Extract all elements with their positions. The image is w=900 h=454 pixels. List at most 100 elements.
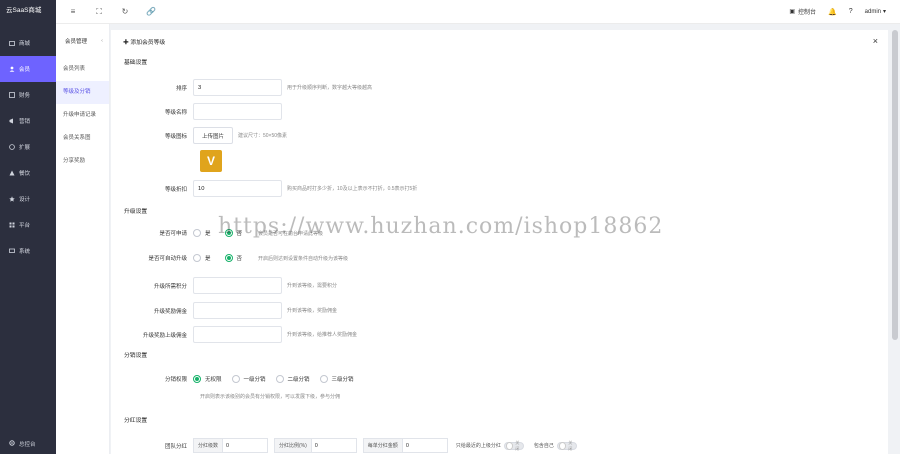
commission-hint: 升到该等级，给推荐人奖励佣金	[287, 332, 358, 338]
sidebar-item-member[interactable]: 会员	[0, 56, 56, 82]
brand-title: 云SaaS商城	[6, 7, 42, 14]
dividend-ratio-input[interactable]: 0	[310, 438, 357, 453]
sidebar-item-label: 商城	[19, 41, 31, 47]
name-row: 等级名称	[111, 103, 282, 120]
reward-label: 升级奖励佣金	[153, 308, 187, 315]
dividend-ratio-prefix: 分红比例(%)	[274, 438, 311, 453]
sidebar-item-label: 会员	[19, 67, 31, 73]
sidebar-item-label: 财务	[19, 93, 31, 99]
radio-dot	[275, 375, 284, 383]
page-scrollbar[interactable]	[892, 30, 898, 340]
submenu-item-upgrade-records[interactable]: 升级申请记录	[56, 104, 109, 127]
radio-label: 无权限	[205, 377, 222, 383]
auto-yes-radio[interactable]: 是	[193, 254, 211, 262]
reward-input[interactable]	[193, 302, 282, 319]
nearest-parent-switch[interactable]: 关闭	[503, 440, 524, 451]
apply-yes-radio[interactable]: 是	[193, 229, 211, 237]
dividend-amount-input[interactable]: 0	[401, 438, 448, 453]
console-button[interactable]: ▣ 控制台	[789, 7, 816, 16]
sidebar-footer-label: 总控台	[19, 442, 36, 448]
panel-title: ✚ 添加会员等级	[123, 39, 166, 46]
level-badge-image[interactable]: V	[200, 150, 222, 172]
parent-commission-row: 升级奖励上级佣金 升到该等级，给推荐人奖励佣金	[111, 326, 357, 343]
icon-preview-row: V	[200, 150, 222, 172]
dist-level3-radio[interactable]: 三级分销	[319, 375, 354, 383]
auto-radio-group: 是 否	[193, 254, 242, 262]
icon-label: 等级图标	[164, 133, 187, 140]
design-icon	[9, 196, 15, 202]
top-bar: ≡ ⛶ ↻ 🔗 ▣ 控制台 🔔 ? admin ▾	[56, 0, 900, 24]
store-icon	[9, 40, 15, 46]
sidebar-item-finance[interactable]: 财务	[0, 82, 56, 108]
dist-none-radio[interactable]: 无权限	[193, 375, 222, 383]
menu-toggle-icon[interactable]: ≡	[60, 7, 86, 16]
console-label: 控制台	[798, 10, 817, 16]
commission-input[interactable]	[193, 326, 282, 343]
sidebar-item-design[interactable]: 设计	[0, 186, 56, 212]
radio-dot	[193, 375, 201, 383]
section-distribution: 分销设置	[124, 353, 148, 359]
close-icon[interactable]: ×	[873, 36, 878, 46]
discount-input[interactable]: 10	[193, 180, 282, 197]
radio-label: 是	[205, 256, 211, 262]
dividend-amount-field: 每单分红金额 0	[362, 438, 448, 453]
fullscreen-icon[interactable]: ⛶	[86, 7, 112, 17]
reward-hint: 升到该等级，奖励佣金	[287, 308, 338, 314]
sidebar-item-platform[interactable]: 平台	[0, 212, 56, 238]
reward-row: 升级奖励佣金 升到该等级，奖励佣金	[111, 302, 337, 319]
discount-row: 等级折扣 10 购买商品时打多少折，10及以上表示不打折，0.5表示打5折	[111, 180, 417, 197]
sidebar-item-marketing[interactable]: 营销	[0, 108, 56, 134]
dividend-ratio-field: 分红比例(%) 0	[274, 438, 357, 453]
monitor-icon: ▣	[789, 9, 795, 15]
link-icon[interactable]: 🔗	[138, 7, 164, 16]
sidebar-item-extension[interactable]: 扩展	[0, 134, 56, 160]
radio-label: 否	[236, 256, 243, 262]
auto-label: 是否可自动升级	[148, 256, 187, 262]
auto-no-radio[interactable]: 否	[224, 254, 243, 262]
commission-label: 升级奖励上级佣金	[142, 332, 187, 339]
sort-input[interactable]: 3	[193, 79, 282, 96]
section-upgrade: 升级设置	[124, 209, 148, 215]
submenu-item-levels[interactable]: 等级及分销	[56, 81, 109, 104]
submenu-header: 会员管理 ‹	[56, 24, 109, 58]
dividend-count-field: 分红级数 0	[193, 438, 269, 453]
sidebar-item-label: 餐饮	[19, 171, 31, 177]
submenu-title: 会员管理	[65, 39, 88, 45]
switch-label: 关闭	[568, 439, 573, 451]
upload-image-button[interactable]: 上传图片	[193, 127, 233, 144]
radio-label: 三级分销	[331, 377, 354, 383]
radio-dot	[224, 254, 233, 262]
panel-header: ✚ 添加会员等级 ×	[111, 30, 888, 52]
team-dividend-label: 团队分红	[164, 443, 187, 450]
radio-dot	[319, 375, 328, 383]
refresh-icon[interactable]: ↻	[112, 7, 138, 16]
watermark-text: https://www.huzhan.com/ishop18862	[218, 214, 664, 239]
sidebar-item-store[interactable]: 商城	[0, 30, 56, 56]
include-self-switch[interactable]: 关闭	[556, 439, 577, 451]
sidebar-footer-console[interactable]: 总控台	[9, 440, 36, 448]
radio-label: 一级分销	[243, 377, 266, 383]
dist-level1-radio[interactable]: 一级分销	[231, 375, 266, 383]
distribution-radio-group: 无权限 一级分销 二级分销 三级分销	[193, 375, 354, 383]
submenu-item-share-reward[interactable]: 分享奖励	[56, 150, 109, 173]
user-menu[interactable]: admin ▾	[865, 8, 886, 16]
distribution-hint-row: 开启则表示该级别的会员有分销权限，可以发展下级，参与分佣	[200, 393, 340, 400]
section-dividend: 分红设置	[124, 418, 148, 424]
dist-level2-radio[interactable]: 二级分销	[275, 375, 310, 383]
points-row: 升级所需积分 升到该等级，需要积分	[111, 277, 337, 294]
dividend-count-input[interactable]: 0	[222, 438, 269, 453]
submenu-item-member-list[interactable]: 会员列表	[56, 58, 109, 81]
collapse-icon[interactable]: ‹	[101, 38, 103, 44]
help-icon[interactable]: ?	[849, 8, 853, 15]
bell-icon[interactable]: 🔔	[828, 8, 837, 16]
dividend-count-prefix: 分红级数	[193, 438, 223, 453]
submenu-item-relation-graph[interactable]: 会员关系图	[56, 127, 109, 150]
sidebar-item-label: 扩展	[19, 145, 31, 151]
sidebar-item-label: 设计	[19, 197, 31, 203]
dividend-amount-prefix: 每单分红金额	[362, 438, 402, 453]
level-name-input[interactable]	[193, 103, 282, 120]
extension-icon	[9, 144, 15, 150]
sidebar-item-system[interactable]: 系统	[0, 238, 56, 264]
points-input[interactable]	[193, 277, 282, 294]
sidebar-item-restaurant[interactable]: 餐饮	[0, 160, 56, 186]
